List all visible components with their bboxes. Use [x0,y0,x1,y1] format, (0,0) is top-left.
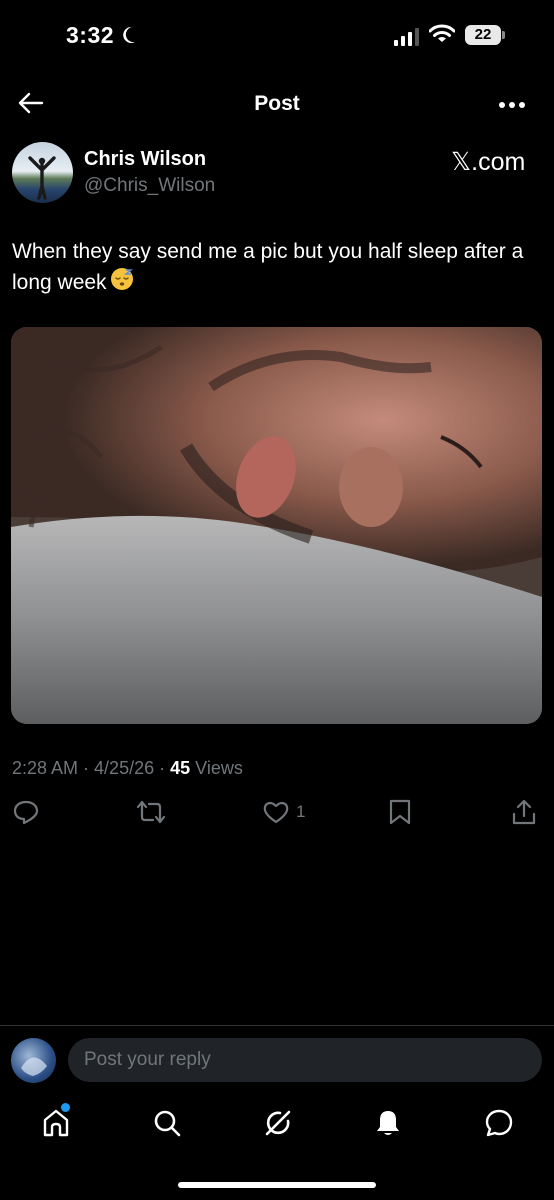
reply-placeholder: Post your reply [84,1049,211,1070]
author-handle[interactable]: @Chris_Wilson [84,175,215,197]
home-indicator [178,1182,376,1188]
home-icon[interactable] [42,1108,70,1143]
views-count: 45 [170,758,191,778]
sleeping-face-emoji-icon [110,267,134,300]
wifi-icon [428,24,456,49]
battery-indicator: 22 [465,25,501,45]
post-meta: 2:28 AM · 4/25/26 · 45 Views [12,758,243,778]
more-icon[interactable] [498,96,526,114]
post-date: 4/25/26 [94,758,155,778]
moon-icon [121,25,137,50]
message-icon[interactable] [484,1108,514,1143]
signal-icon [394,28,419,46]
divider [0,1025,554,1026]
status-time: 3:32 [66,22,115,48]
post-text-content: When they say send me a pic but you half… [12,240,524,295]
reply-button[interactable] [12,798,40,826]
page-title: Post [254,92,300,115]
notification-dot [61,1103,70,1112]
author-avatar[interactable] [12,142,73,203]
bookmark-button[interactable] [387,798,413,826]
grok-icon[interactable] [263,1108,293,1143]
repost-button[interactable] [136,798,166,826]
author-name[interactable]: Chris Wilson [84,148,206,171]
repost-icon [136,800,166,824]
like-count: 1 [296,802,306,821]
share-button[interactable] [510,798,538,826]
battery-tip [502,31,505,39]
reply-icon [13,800,39,825]
post-time: 2:28 AM [12,758,79,778]
share-icon [512,799,536,825]
bell-icon[interactable] [374,1108,402,1143]
post-text: When they say send me a pic but you half… [12,236,532,300]
post-image[interactable] [11,327,542,724]
search-icon[interactable] [152,1108,182,1143]
like-button[interactable]: 1 [262,798,305,826]
heart-icon [263,801,289,824]
views-label: Views [195,758,243,778]
action-bar: 1 [0,798,554,830]
bookmark-icon [389,799,411,825]
user-avatar[interactable] [11,1038,56,1083]
source-label: 𝕏.com [451,148,526,176]
